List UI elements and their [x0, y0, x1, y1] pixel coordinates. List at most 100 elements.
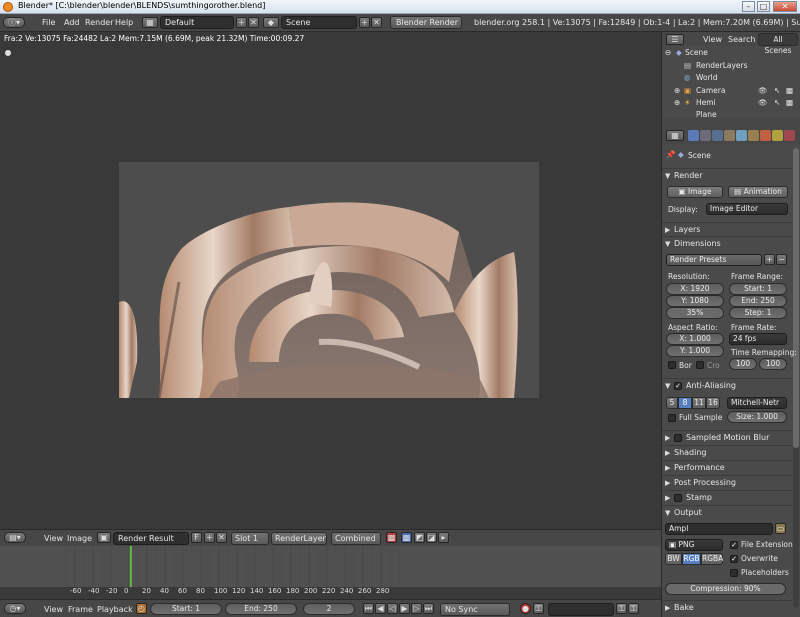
preview-range-icon[interactable]: ◴	[136, 603, 147, 614]
color-mode-rgb[interactable]: RGB	[682, 553, 701, 565]
delete-screen-icon[interactable]: ✕	[248, 17, 259, 28]
scene-tab-icon[interactable]	[700, 130, 711, 141]
add-screen-icon[interactable]: +	[236, 17, 247, 28]
resolution-x-field[interactable]: X: 1920	[666, 283, 724, 295]
expand-icon[interactable]: ⊕	[674, 86, 680, 95]
scrollbar-thumb[interactable]	[793, 148, 799, 448]
editor-type-outliner-icon[interactable]: ☰	[666, 34, 684, 45]
layer-select[interactable]: RenderLayer	[271, 532, 327, 545]
texture-tab-icon[interactable]	[772, 130, 783, 141]
remove-preset-icon[interactable]: −	[776, 254, 787, 265]
menu-view-timeline[interactable]: View	[44, 605, 63, 614]
draw-zbuffer-icon[interactable]: ◪	[426, 532, 437, 543]
material-tab-icon[interactable]	[760, 130, 771, 141]
menu-image[interactable]: Image	[67, 534, 92, 543]
timeline-channel-area[interactable]	[0, 546, 661, 589]
delete-scene-icon[interactable]: ✕	[371, 17, 382, 28]
frame-start-field[interactable]: Start: 1	[729, 283, 787, 295]
insert-keyframe-icon[interactable]: ⚿	[616, 603, 627, 614]
aa-size-field[interactable]: Size: 1.000	[727, 411, 787, 423]
color-mode-bw[interactable]: BW	[665, 553, 682, 565]
draw-alpha-only-icon[interactable]: ◩	[414, 532, 425, 543]
properties-scrollbar[interactable]	[793, 148, 799, 608]
image-editor-area[interactable]: Fra:2 Ve:13075 Fa:24482 La:2 Mem:7.15M (…	[0, 32, 661, 529]
compression-slider[interactable]: Compression: 90%	[665, 583, 786, 595]
file-format-select[interactable]: ▣ PNG	[665, 539, 723, 551]
sync-mode-select[interactable]: No Sync	[440, 603, 510, 616]
aa-samples-5[interactable]: 5	[666, 397, 678, 409]
file-extension-checkbox[interactable]: ✓	[730, 541, 738, 549]
timeline-area[interactable]: -60 -40 -20 0 20 40 60 80 100 120 140 160 180 200 220 2…	[0, 546, 661, 599]
outliner-tab-view[interactable]: View	[703, 35, 722, 44]
overwrite-checkbox[interactable]: ✓	[730, 555, 738, 563]
visibility-eye-icon[interactable]: 👁	[758, 86, 768, 95]
image-browse-icon[interactable]: ▣	[97, 532, 111, 543]
keying-set-icon[interactable]: ⚿	[533, 603, 544, 614]
start-frame-field[interactable]: Start: 1	[150, 603, 222, 615]
object-tab-icon[interactable]	[724, 130, 735, 141]
frame-end-field[interactable]: End: 250	[729, 295, 787, 307]
render-tab-icon[interactable]	[688, 130, 699, 141]
world-tab-icon[interactable]	[712, 130, 723, 141]
aspect-x-field[interactable]: X: 1.000	[666, 333, 724, 345]
delete-keyframe-icon[interactable]: ⚿	[628, 603, 639, 614]
current-frame-field[interactable]: 2	[303, 603, 355, 615]
panel-output-header[interactable]: ▼ Output	[662, 505, 792, 519]
pin-icon[interactable]: 📌	[666, 150, 675, 159]
add-scene-icon[interactable]: +	[359, 17, 370, 28]
timeline-ruler[interactable]: -60 -40 -20 0 20 40 60 80 100 120 140 160 180 200 220 2…	[0, 587, 661, 599]
folder-browse-icon[interactable]: ▭	[775, 523, 786, 534]
menu-frame[interactable]: Frame	[68, 605, 93, 614]
close-button[interactable]: ✕	[773, 1, 797, 12]
border-checkbox[interactable]	[668, 361, 676, 369]
remap-new-field[interactable]: 100	[759, 358, 787, 370]
placeholders-checkbox[interactable]	[730, 569, 738, 577]
panel-dimensions-header[interactable]: ▼ Dimensions	[662, 236, 792, 250]
aa-samples-16[interactable]: 16	[706, 397, 720, 409]
maximize-button[interactable]: □	[757, 1, 770, 12]
menu-playback[interactable]: Playback	[97, 605, 133, 614]
render-animation-button[interactable]: ▤ Animation	[728, 186, 788, 198]
panel-layers-header[interactable]: ▶ Layers	[662, 222, 792, 236]
record-icon[interactable]: ●	[520, 603, 531, 614]
render-camera-icon[interactable]: ▩	[786, 86, 793, 95]
resolution-percentage-field[interactable]: 35%	[666, 307, 724, 319]
keying-set-field[interactable]	[548, 603, 614, 616]
full-sample-checkbox[interactable]	[668, 414, 676, 422]
end-frame-field[interactable]: End: 250	[225, 603, 297, 615]
editor-type-image-icon[interactable]: ▤▾	[4, 532, 26, 543]
outliner-display-mode[interactable]: All Scenes	[758, 33, 798, 55]
expand-icon[interactable]: ⊕	[674, 98, 680, 107]
aa-filter-select[interactable]: Mitchell-Netr	[727, 397, 787, 409]
panel-motion-blur-header[interactable]: ▶ Sampled Motion Blur	[662, 430, 792, 444]
editor-type-properties-icon[interactable]: ▦	[666, 130, 684, 141]
jump-next-key-icon[interactable]: ▷	[411, 603, 422, 614]
panel-antialiasing-header[interactable]: ▼ ✓ Anti-Aliasing	[662, 378, 792, 392]
play-icon[interactable]: ▶	[399, 603, 410, 614]
menu-help[interactable]: Help	[115, 18, 133, 27]
jump-start-icon[interactable]: ⏮	[363, 603, 374, 614]
screen-layout-field[interactable]: Default	[160, 16, 234, 29]
fake-user-button[interactable]: F	[191, 532, 202, 543]
outliner-item-camera[interactable]: ⊕ ▣ Camera 👁 ↖ ▩	[662, 86, 800, 98]
remap-old-field[interactable]: 100	[729, 358, 757, 370]
panel-performance-header[interactable]: ▶ Performance	[662, 460, 792, 474]
panel-render-header[interactable]: ▼ Render	[662, 168, 792, 182]
outliner-area[interactable]: ☰ View Search All Scenes ⊖ ◆ Scene ▤ Ren…	[661, 32, 800, 118]
outliner-item-plane[interactable]: Plane	[662, 110, 800, 118]
outliner-item-renderlayers[interactable]: ▤ RenderLayers	[662, 61, 800, 73]
frame-step-field[interactable]: Step: 1	[729, 307, 787, 319]
menu-render[interactable]: Render	[85, 18, 113, 27]
menu-file[interactable]: File	[42, 18, 55, 27]
aa-samples-8[interactable]: 8	[678, 397, 692, 409]
play-reverse-icon[interactable]: ◁	[387, 603, 398, 614]
draw-alpha-icon[interactable]: ▩	[386, 532, 397, 543]
image-name-field[interactable]: Render Result	[113, 532, 189, 545]
aspect-y-field[interactable]: Y: 1.000	[666, 345, 724, 357]
color-mode-rgba[interactable]: RGBA	[701, 553, 723, 565]
scene-icon[interactable]: ◆	[263, 17, 279, 28]
scene-field[interactable]: Scene	[281, 16, 357, 29]
outliner-tab-search[interactable]: Search	[728, 35, 755, 44]
pin-image-icon[interactable]: ▸	[438, 532, 449, 543]
draw-rgb-icon[interactable]: ▩	[401, 532, 412, 543]
